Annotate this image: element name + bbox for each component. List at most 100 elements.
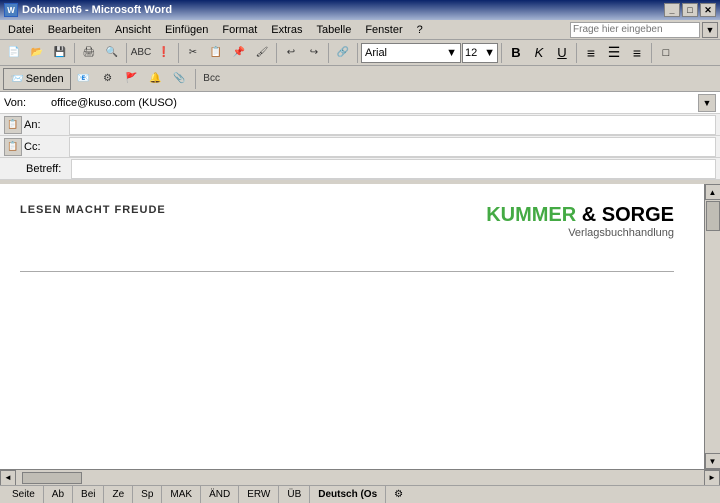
status-bei-label: Bei: [81, 489, 95, 500]
cc-icon[interactable]: 📋: [4, 138, 22, 156]
document-area[interactable]: LESEN MACHT FREUDE KUMMER & SORGE Verlag…: [0, 184, 704, 469]
status-ze-label: Ze: [112, 489, 124, 500]
align-left-button[interactable]: ≡: [580, 42, 602, 64]
minimize-button[interactable]: _: [664, 3, 680, 17]
more-button[interactable]: □: [655, 42, 677, 64]
scroll-right-button[interactable]: ►: [704, 470, 720, 486]
flag-button[interactable]: ❗: [153, 42, 175, 64]
status-bei: Bei: [73, 486, 104, 503]
window-title: Dokument6 - Microsoft Word: [22, 4, 172, 16]
scroll-thumb-h[interactable]: [22, 472, 82, 484]
font-value: Arial: [365, 47, 387, 59]
bold-button[interactable]: B: [505, 42, 527, 64]
status-ue: ÜB: [279, 486, 310, 503]
open-button[interactable]: 📂: [26, 42, 48, 64]
align-center-button[interactable]: ☰: [603, 42, 625, 64]
scroll-up-button[interactable]: ▲: [705, 184, 720, 200]
status-sp-label: Sp: [141, 489, 153, 500]
send-icon: 📨: [10, 72, 24, 85]
status-aend: ÄND: [201, 486, 239, 503]
sep2: [126, 43, 127, 63]
spell-button[interactable]: ABC: [130, 42, 152, 64]
sep3: [178, 43, 179, 63]
search-button[interactable]: ▼: [702, 22, 718, 38]
betreff-input[interactable]: [71, 159, 716, 179]
font-selector[interactable]: Arial ▼: [361, 43, 461, 63]
menu-bar: Datei Bearbeiten Ansicht Einfügen Format…: [0, 20, 720, 40]
status-seite-label: Seite: [12, 489, 35, 500]
status-ab-label: Ab: [52, 489, 64, 500]
sep6: [357, 43, 358, 63]
new-button[interactable]: 📄: [3, 42, 25, 64]
menu-fenster[interactable]: Fenster: [359, 23, 408, 37]
status-ze: Ze: [104, 486, 133, 503]
menu-bearbeiten[interactable]: Bearbeiten: [42, 23, 107, 37]
sep4: [276, 43, 277, 63]
horizontal-scrollbar: ◄ ►: [0, 469, 720, 485]
size-value: 12: [465, 47, 477, 59]
size-dropdown-arrow: ▼: [484, 47, 495, 59]
preview-button[interactable]: 🔍: [101, 42, 123, 64]
cc-input[interactable]: [69, 137, 716, 157]
attach-icon[interactable]: 📎: [169, 68, 191, 90]
menu-ansicht[interactable]: Ansicht: [109, 23, 157, 37]
scroll-left-button[interactable]: ◄: [0, 470, 16, 486]
menu-tabelle[interactable]: Tabelle: [310, 23, 357, 37]
bullets-button[interactable]: ≡: [626, 42, 648, 64]
an-icon[interactable]: 📋: [4, 116, 22, 134]
sep1: [74, 43, 75, 63]
menu-help[interactable]: ?: [411, 23, 429, 37]
copy-button[interactable]: 📋: [205, 42, 227, 64]
save-button[interactable]: 💾: [49, 42, 71, 64]
scroll-down-button[interactable]: ▼: [705, 453, 720, 469]
von-row: Von: office@kuso.com (KUSO) ▼: [0, 92, 720, 114]
followup-icon[interactable]: 🔔: [145, 68, 167, 90]
email-icon1[interactable]: 📧: [73, 68, 95, 90]
scroll-thumb-v[interactable]: [706, 201, 720, 231]
italic-button[interactable]: K: [528, 42, 550, 64]
status-icon-symbol: ⚙: [394, 489, 403, 500]
flag-icon[interactable]: 🚩: [121, 68, 143, 90]
menu-datei[interactable]: Datei: [2, 23, 40, 37]
status-ue-label: ÜB: [287, 489, 301, 500]
cc-row: 📋 Cc:: [0, 136, 720, 158]
menu-einfuegen[interactable]: Einfügen: [159, 23, 214, 37]
hyperlink-button[interactable]: 🔗: [332, 42, 354, 64]
main-toolbar: 📄 📂 💾 🖨 🔍 ABC ❗ ✂ 📋 📌 🖌 ↩ ↪ 🔗 Arial ▼: [0, 40, 720, 66]
menu-extras[interactable]: Extras: [265, 23, 308, 37]
email-fields: Von: office@kuso.com (KUSO) ▼ 📋 An: 📋 Cc…: [0, 92, 720, 182]
status-language[interactable]: Deutsch (Os: [310, 486, 386, 503]
menu-format[interactable]: Format: [216, 23, 263, 37]
format-painter[interactable]: 🖌: [251, 42, 273, 64]
von-dropdown[interactable]: ▼: [698, 94, 716, 112]
von-value: office@kuso.com (KUSO): [49, 97, 698, 109]
status-erw-label: ERW: [247, 489, 270, 500]
app-icon: W: [4, 3, 18, 17]
cut-button[interactable]: ✂: [182, 42, 204, 64]
status-erw: ERW: [239, 486, 279, 503]
sep8: [576, 43, 577, 63]
status-icon: ⚙: [386, 486, 411, 503]
window-controls: _ □ ✕: [664, 3, 716, 17]
undo-button[interactable]: ↩: [280, 42, 302, 64]
an-input[interactable]: [69, 115, 716, 135]
letterhead-divider: [20, 271, 674, 272]
maximize-button[interactable]: □: [682, 3, 698, 17]
document-content: LESEN MACHT FREUDE KUMMER & SORGE Verlag…: [0, 184, 704, 469]
send-label: Senden: [26, 73, 64, 85]
close-button[interactable]: ✕: [700, 3, 716, 17]
cc-label: Cc:: [24, 141, 69, 153]
window: W Dokument6 - Microsoft Word _ □ ✕ Datei…: [0, 0, 720, 503]
redo-button[interactable]: ↪: [303, 42, 325, 64]
bcc-button[interactable]: Bcc: [200, 68, 222, 90]
paste-button[interactable]: 📌: [228, 42, 250, 64]
send-button[interactable]: 📨 Senden: [3, 68, 71, 90]
font-dropdown-arrow: ▼: [446, 47, 457, 59]
company-name: KUMMER & SORGE: [486, 204, 674, 227]
underline-button[interactable]: U: [551, 42, 573, 64]
print-button[interactable]: 🖨: [78, 42, 100, 64]
size-selector[interactable]: 12 ▼: [462, 43, 498, 63]
search-input[interactable]: [570, 22, 700, 38]
status-mak: MAK: [162, 486, 201, 503]
email-options[interactable]: ⚙: [97, 68, 119, 90]
